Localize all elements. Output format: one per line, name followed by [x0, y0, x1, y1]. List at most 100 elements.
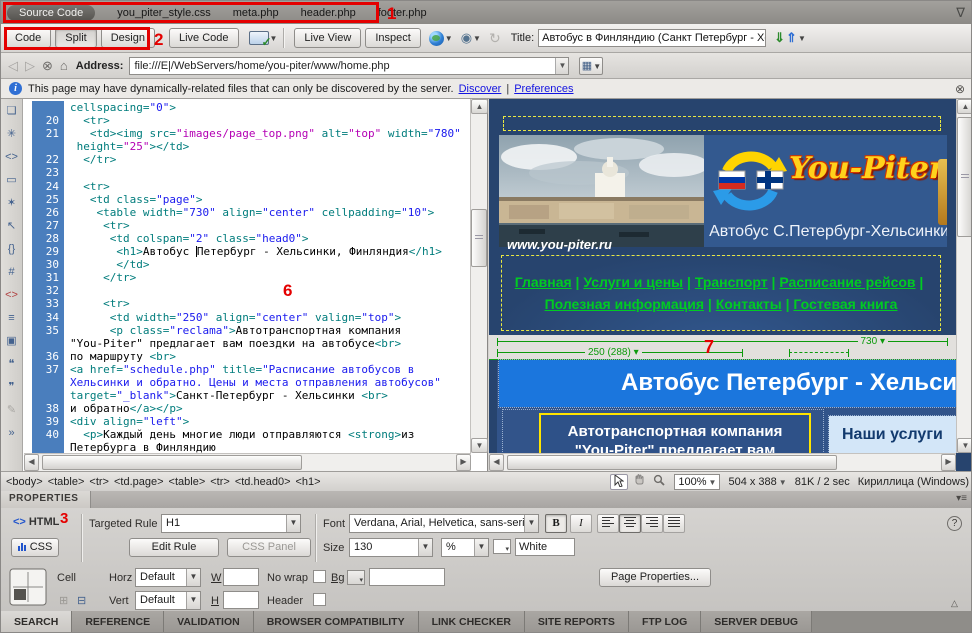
nav-link[interactable]: Главная — [515, 274, 572, 290]
code-fold-column[interactable] — [24, 140, 32, 153]
code-fold-column[interactable] — [24, 271, 32, 284]
code-text[interactable]: <tr> — [64, 219, 471, 232]
collapse-selection-icon[interactable]: ▭ — [3, 172, 21, 189]
nav-link[interactable]: Транспорт — [695, 274, 768, 290]
code-vertical-scrollbar[interactable]: ▲ ▼ — [470, 99, 487, 453]
discover-link[interactable]: Discover — [459, 83, 502, 95]
forward-icon[interactable]: ▷ — [25, 58, 35, 74]
scroll-left-icon[interactable]: ◀ — [24, 454, 39, 471]
align-left-button[interactable] — [597, 514, 619, 533]
code-fold-column[interactable] — [24, 428, 32, 441]
tag-selector-item[interactable]: <tr> — [210, 476, 230, 488]
align-center-button[interactable] — [619, 514, 641, 533]
code-text[interactable]: Хельсинки и обратно. Цены и места отправ… — [64, 376, 471, 389]
scroll-down-icon[interactable]: ▼ — [471, 438, 488, 453]
code-fold-column[interactable] — [24, 166, 32, 179]
code-fold-column[interactable] — [24, 127, 32, 140]
design-view-button[interactable]: Design — [101, 28, 155, 48]
code-fold-column[interactable] — [24, 350, 32, 363]
code-fold-column[interactable] — [24, 363, 32, 376]
code-fold-column[interactable] — [24, 114, 32, 127]
code-hscrollbar-thumb[interactable] — [42, 455, 302, 470]
edit-rule-button[interactable]: Edit Rule — [129, 538, 219, 557]
code-fold-column[interactable] — [24, 376, 32, 389]
balance-braces-icon[interactable]: {} — [3, 241, 21, 258]
table-width-measure-730[interactable]: 730 ▾ — [497, 341, 948, 342]
code-text[interactable]: <td class="page"> — [64, 193, 471, 206]
page-properties-button[interactable]: Page Properties... — [599, 568, 711, 587]
code-text[interactable]: по маршруту <br> — [64, 350, 471, 363]
preview-dropdown-caret[interactable]: ▼ — [445, 34, 453, 43]
collapse-panel-icon[interactable]: △ — [951, 598, 958, 609]
code-fold-column[interactable] — [24, 389, 32, 402]
code-fold-column[interactable] — [24, 232, 32, 245]
bg-color-swatch[interactable]: ▾ — [347, 570, 365, 585]
code-text[interactable]: <td width="250" align="center" valign="t… — [64, 311, 471, 324]
line-numbers-icon[interactable]: # — [3, 264, 21, 281]
code-text[interactable]: <tr> — [64, 114, 471, 127]
text-color-swatch[interactable]: ▾ — [493, 539, 511, 554]
cell-width-input[interactable] — [223, 568, 259, 586]
panel-tab-site-reports[interactable]: SITE REPORTS — [525, 611, 629, 633]
design-vertical-scrollbar[interactable]: ▲ ▼ — [956, 99, 972, 453]
design-scroll-down-icon[interactable]: ▼ — [957, 438, 972, 453]
code-text[interactable]: </td> — [64, 258, 471, 271]
code-text[interactable]: <tr> — [64, 297, 471, 310]
font-select[interactable]: Verdana, Arial, Helvetica, sans-serif▼ — [349, 514, 539, 533]
nav-link[interactable]: Полезная информация — [545, 296, 704, 312]
tag-selector-item[interactable]: <body> — [6, 476, 43, 488]
code-text[interactable]: <p>Каждый день многие люди отправляются … — [64, 428, 471, 441]
split-cell-icon[interactable]: ⊟ — [77, 594, 86, 607]
tag-selector-item[interactable]: <td.head0> — [235, 476, 291, 488]
code-text[interactable] — [64, 166, 471, 179]
nav-link[interactable]: Гостевая книга — [793, 296, 897, 312]
split-view-button[interactable]: Split — [55, 28, 96, 48]
site-header-banner[interactable]: You-Piter Автобус С.Петербург-Хельсинки — [499, 135, 947, 247]
open-related-files-icon[interactable]: ▣ — [3, 333, 21, 350]
panel-tab-server-debug[interactable]: SERVER DEBUG — [701, 611, 812, 633]
code-fold-column[interactable] — [24, 219, 32, 232]
expand-all-icon[interactable]: ✶ — [3, 195, 21, 212]
table-width-label-730[interactable]: 730 ▾ — [858, 336, 889, 347]
nav-link[interactable]: Расписание рейсов — [779, 274, 915, 290]
select-parent-tag-icon[interactable]: ↖ — [3, 218, 21, 235]
hand-tool-icon[interactable] — [630, 474, 648, 490]
code-fold-column[interactable] — [24, 441, 32, 453]
file-transfer-dropdown-caret[interactable]: ▼ — [798, 34, 806, 43]
tag-selector-item[interactable]: <h1> — [296, 476, 321, 488]
code-text[interactable]: cellspacing="0"> — [64, 101, 471, 114]
cell-height-input[interactable] — [223, 591, 259, 609]
get-file-icon[interactable]: ⇓ — [774, 28, 785, 48]
design-scrollbar-thumb[interactable] — [957, 117, 972, 237]
properties-tab[interactable]: PROPERTIES — [1, 491, 91, 508]
page-heading-bar[interactable]: Автобус Петербург - Хельсин — [499, 360, 956, 407]
services-heading-box[interactable]: Наши услуги — [829, 416, 956, 453]
source-code-tab[interactable]: Source Code — [7, 5, 95, 21]
panel-tab-link-checker[interactable]: LINK CHECKER — [419, 611, 525, 633]
code-text[interactable]: <tr> — [64, 180, 471, 193]
text-color-input[interactable]: White — [515, 538, 575, 556]
code-fold-column[interactable] — [24, 324, 32, 337]
code-text[interactable]: <td colspan="2" class="head0"> — [64, 232, 471, 245]
document-title-input[interactable]: Автобус в Финляндию (Санкт Петербург - Х… — [538, 29, 766, 47]
related-file-tab[interactable]: header.php — [301, 7, 356, 19]
horz-align-select[interactable]: Default▼ — [135, 568, 201, 587]
view-options-button[interactable]: ▦▼ — [579, 57, 603, 75]
code-fold-column[interactable] — [24, 402, 32, 415]
inspect-button[interactable]: Inspect — [365, 28, 420, 48]
design-canvas[interactable]: You-Piter Автобус С.Петербург-Хельсинки … — [489, 99, 956, 453]
wrap-tag-icon[interactable]: ✎ — [3, 402, 21, 419]
code-editor[interactable]: cellspacing="0">20 <tr>21 <td><img src="… — [24, 101, 471, 453]
tag-selector-item[interactable]: <table> — [48, 476, 85, 488]
size-select[interactable]: 130▼ — [349, 538, 433, 557]
live-view-button[interactable]: Live View — [294, 28, 361, 48]
highlight-invalid-code-icon[interactable]: <> — [3, 287, 21, 304]
panel-tab-validation[interactable]: VALIDATION — [164, 611, 254, 633]
code-text[interactable]: </tr> — [64, 153, 471, 166]
stop-icon[interactable]: ⊗ — [42, 58, 53, 74]
reclama-box[interactable]: Автотранспортная компания "You-Piter" пр… — [539, 413, 811, 453]
align-right-button[interactable] — [641, 514, 663, 533]
filter-related-files-icon[interactable]: ∇ — [956, 5, 965, 21]
apply-comment-icon[interactable]: ❝ — [3, 356, 21, 373]
help-icon[interactable]: ? — [947, 516, 962, 531]
